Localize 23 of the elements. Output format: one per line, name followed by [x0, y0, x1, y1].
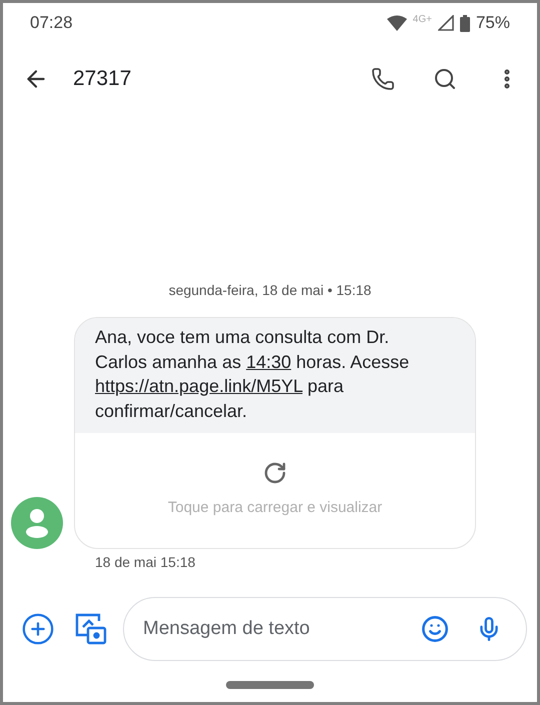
network-label: 4G+: [412, 12, 432, 26]
conversation-title: 27317: [73, 66, 132, 92]
reload-icon[interactable]: [263, 461, 287, 486]
message-bubble[interactable]: Ana, voce tem uma consulta com Dr. Carlos amanha as 14:30 horas. Acesse https://atn.page.link/M5YL para confirmar/cancelar. Toque para carregar e visualizar: [74, 317, 476, 549]
preview-hint: Toque para carregar e visualizar: [168, 498, 382, 518]
message-input[interactable]: Mensagem de texto: [143, 614, 421, 644]
message-link[interactable]: 14:30: [246, 352, 292, 372]
gallery-camera-icon[interactable]: [75, 613, 107, 645]
battery-percent: 75%: [476, 12, 510, 34]
avatar-icon: [11, 497, 63, 549]
phone-icon[interactable]: [371, 67, 395, 91]
signal-icon: [438, 15, 454, 31]
message-link[interactable]: https://atn.page.link/M5YL: [95, 376, 302, 396]
wifi-icon: [386, 15, 407, 31]
message-text: Ana, voce tem uma consulta com Dr. Carlos amanha as 14:30 horas. Acesse https://atn.page.link/M5YL para confirmar/cancelar.: [95, 326, 410, 422]
message-timestamp: 18 de mai 15:18: [95, 553, 196, 572]
status-time: 07:28: [30, 12, 73, 34]
compose-bar[interactable]: Mensagem de texto: [123, 597, 527, 661]
date-separator: segunda-feira, 18 de mai • 15:18: [168, 281, 372, 300]
search-icon[interactable]: [433, 67, 457, 91]
battery-icon: [460, 14, 470, 32]
emoji-icon[interactable]: [421, 615, 449, 643]
add-icon[interactable]: [21, 612, 55, 646]
